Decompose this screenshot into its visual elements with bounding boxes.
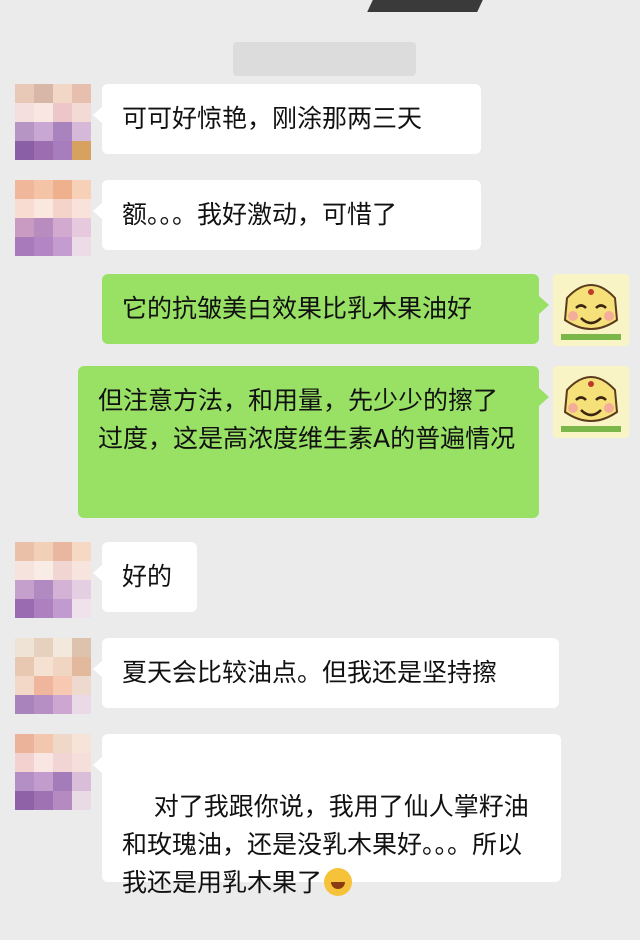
laughing-crying-emoji-icon	[324, 868, 353, 896]
avatar-self[interactable]	[553, 274, 629, 346]
message-bubble[interactable]: 好的	[93, 542, 197, 612]
avatar[interactable]	[15, 84, 91, 160]
avatar[interactable]	[15, 638, 91, 714]
avatar[interactable]	[15, 542, 91, 618]
avatar-self[interactable]	[553, 366, 629, 438]
message-bubble[interactable]: 额。。。我好激动，可惜了	[93, 180, 481, 250]
message-bubble[interactable]: 可可好惊艳，刚涂那两三天	[93, 84, 481, 154]
avatar[interactable]	[15, 180, 91, 256]
timestamp-pill-blurred	[233, 42, 416, 76]
message-bubble[interactable]: 它的抗皱美白效果比乳木果油好	[102, 274, 549, 344]
smiling-face-icon	[561, 376, 621, 432]
avatar[interactable]	[15, 734, 91, 810]
message-bubble[interactable]: 但注意方法，和用量，先少少的擦了过度，这是高浓度维生素A的普遍情况	[78, 366, 549, 518]
message-bubble[interactable]: 夏天会比较油点。但我还是坚持擦	[93, 638, 559, 708]
smiling-face-icon	[561, 284, 621, 340]
status-bar-fragment	[367, 0, 483, 12]
message-bubble[interactable]: 对了我跟你说，我用了仙人掌籽油和玫瑰油，还是没乳木果好。。。所以我还是用乳木果了	[93, 734, 561, 897]
